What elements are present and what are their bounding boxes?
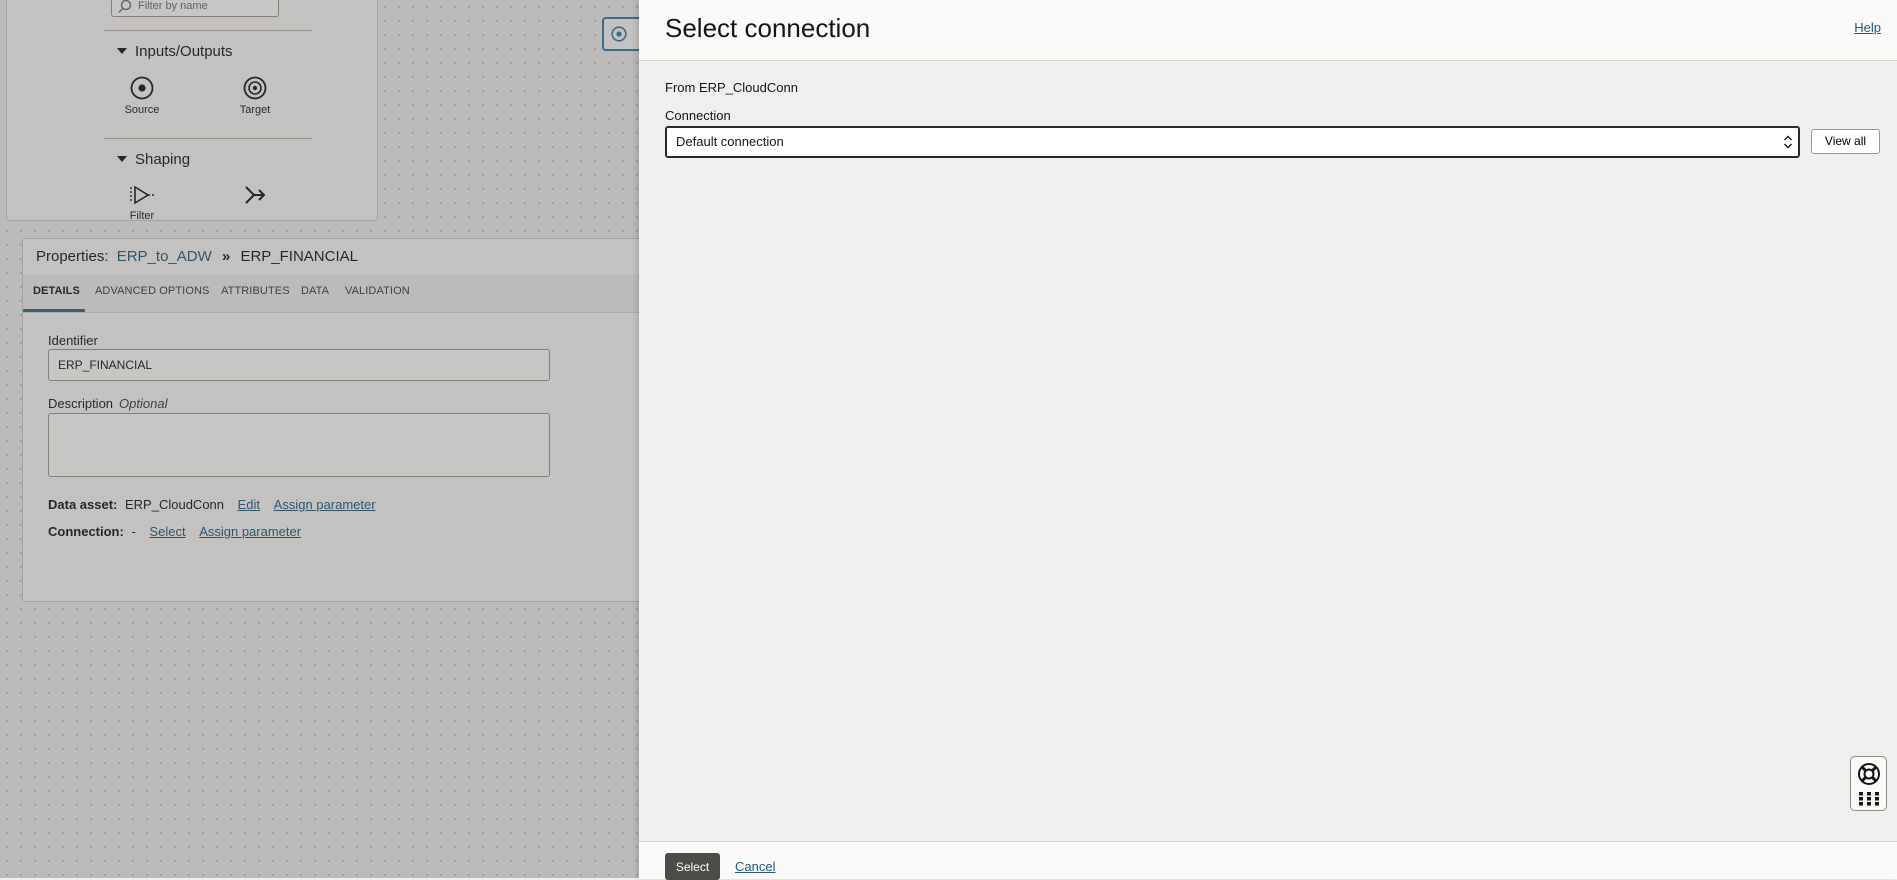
- apps-grid-icon: [1859, 792, 1879, 806]
- connection-select[interactable]: Default connection: [665, 126, 1800, 158]
- modal-scrim[interactable]: [0, 0, 639, 878]
- drawer-footer: Select Cancel: [639, 841, 1897, 880]
- select-button[interactable]: Select: [665, 853, 720, 880]
- cancel-link[interactable]: Cancel: [735, 859, 775, 874]
- view-all-button[interactable]: View all: [1811, 129, 1880, 154]
- drawer-title: Select connection: [665, 13, 871, 43]
- select-arrows-icon: [1784, 135, 1792, 149]
- help-center-widget[interactable]: [1850, 756, 1887, 811]
- connection-select-value: Default connection: [676, 134, 784, 149]
- drawer-header: Select connection Help: [639, 0, 1897, 61]
- lifebuoy-icon: [1858, 763, 1880, 785]
- from-data-asset-text: From ERP_CloudConn: [665, 80, 798, 95]
- select-connection-drawer: Select connection Help From ERP_CloudCon…: [639, 0, 1897, 880]
- connection-field-label: Connection: [665, 108, 731, 123]
- help-link[interactable]: Help: [1854, 20, 1881, 35]
